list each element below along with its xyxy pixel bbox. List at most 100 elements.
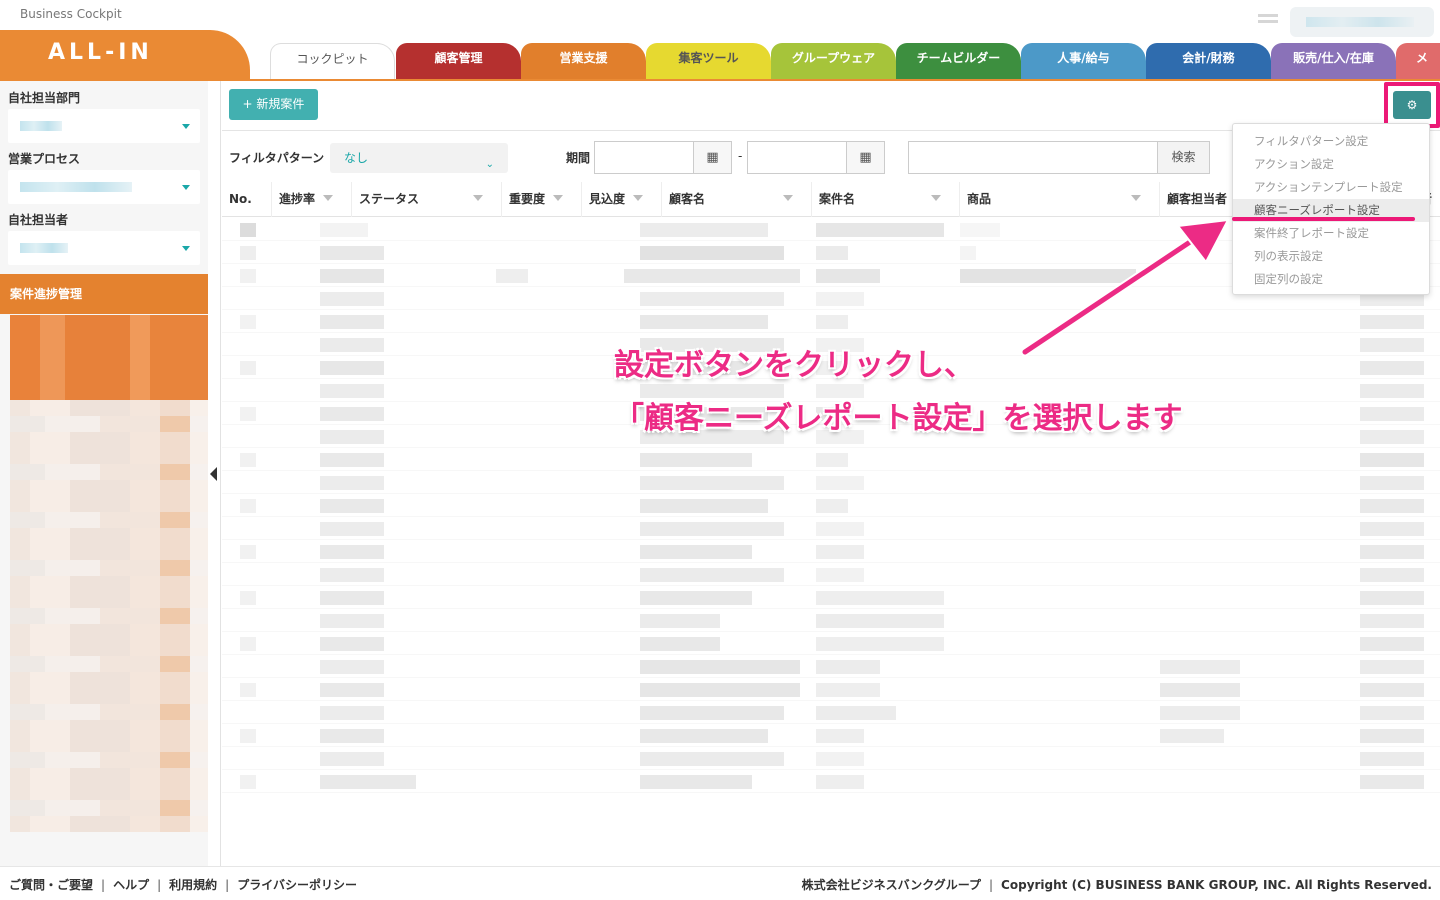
table-row[interactable]: [222, 701, 1440, 724]
search-input[interactable]: 検索: [908, 141, 1210, 174]
table-row[interactable]: [222, 540, 1440, 563]
list-item[interactable]: [10, 464, 208, 480]
filter-icon[interactable]: [633, 195, 643, 201]
table-row[interactable]: [222, 770, 1440, 793]
filter-icon[interactable]: [931, 195, 941, 201]
tab-more[interactable]: メ: [1396, 43, 1440, 80]
filter-pattern-select[interactable]: なし ⌄: [330, 143, 508, 173]
col-progress[interactable]: 進捗率: [272, 182, 352, 217]
col-importance[interactable]: 重要度: [502, 182, 582, 217]
table-row[interactable]: [222, 586, 1440, 609]
tab-sales[interactable]: 営業支援: [521, 43, 646, 80]
logo[interactable]: ALL-IN: [0, 30, 250, 80]
table-row[interactable]: [222, 471, 1440, 494]
list-icon[interactable]: [1258, 14, 1278, 30]
list-item[interactable]: [10, 512, 208, 528]
app-name: Business Cockpit: [20, 7, 122, 21]
list-item[interactable]: [10, 544, 208, 560]
user-menu[interactable]: [1290, 7, 1434, 37]
list-item[interactable]: [10, 768, 208, 784]
filter-icon[interactable]: [473, 195, 483, 201]
list-item[interactable]: [10, 736, 208, 752]
chevron-down-icon: ⌄: [485, 159, 494, 170]
table-row[interactable]: [222, 609, 1440, 632]
list-item[interactable]: [10, 784, 208, 800]
tab-cockpit[interactable]: コックピット: [270, 43, 395, 80]
menu-item-column-display[interactable]: 列の表示設定: [1233, 245, 1429, 268]
filter-icon[interactable]: [323, 195, 333, 201]
col-status[interactable]: ステータス: [352, 182, 502, 217]
search-button[interactable]: 検索: [1157, 142, 1209, 173]
list-item[interactable]: [10, 400, 208, 416]
section-title[interactable]: 案件進捗管理: [0, 274, 208, 314]
start-date-input[interactable]: ▦: [594, 141, 732, 174]
footer-link-privacy[interactable]: プライバシーポリシー: [237, 878, 357, 892]
new-deal-button[interactable]: + 新規案件: [229, 89, 318, 120]
tab-accounting[interactable]: 会計/財務: [1146, 43, 1271, 80]
table-row[interactable]: [222, 632, 1440, 655]
list-item[interactable]: [10, 608, 208, 624]
table-row[interactable]: [222, 655, 1440, 678]
table-row[interactable]: [222, 448, 1440, 471]
calendar-icon[interactable]: ▦: [693, 142, 731, 173]
tab-team-builder[interactable]: チームビルダー: [896, 43, 1021, 80]
list-item[interactable]: [10, 480, 208, 496]
table-body: [222, 218, 1440, 866]
table-row[interactable]: [222, 747, 1440, 770]
footer-link-help[interactable]: ヘルプ: [113, 878, 149, 892]
tab-hr[interactable]: 人事/給与: [1021, 43, 1146, 80]
menu-item-filter-pattern[interactable]: フィルタパターン設定: [1233, 130, 1429, 153]
tab-marketing[interactable]: 集客ツール: [646, 43, 771, 80]
plus-icon: +: [242, 97, 257, 111]
list-item[interactable]: [10, 704, 208, 720]
menu-item-action[interactable]: アクション設定: [1233, 153, 1429, 176]
list-item[interactable]: [10, 720, 208, 736]
settings-button[interactable]: ⚙: [1393, 91, 1431, 119]
list-item[interactable]: [10, 624, 208, 640]
filter-icon[interactable]: [1131, 195, 1141, 201]
list-item[interactable]: [10, 560, 208, 576]
end-date-input[interactable]: ▦: [747, 141, 885, 174]
tab-inventory[interactable]: 販売/仕入/在庫: [1271, 43, 1396, 80]
list-item[interactable]: [10, 576, 208, 592]
col-likelihood[interactable]: 見込度: [582, 182, 662, 217]
list-item[interactable]: [10, 800, 208, 816]
list-item[interactable]: [10, 816, 208, 832]
list-item[interactable]: [10, 496, 208, 512]
col-product[interactable]: 商品: [960, 182, 1160, 217]
list-item[interactable]: [10, 640, 208, 656]
table-row[interactable]: [222, 494, 1440, 517]
menu-item-fixed-columns[interactable]: 固定列の設定: [1233, 268, 1429, 291]
tab-customer[interactable]: 顧客管理: [396, 43, 521, 80]
table-row[interactable]: [222, 310, 1440, 333]
list-item[interactable]: [10, 752, 208, 768]
calendar-icon[interactable]: ▦: [846, 142, 884, 173]
list-item[interactable]: [10, 656, 208, 672]
filter-icon[interactable]: [783, 195, 793, 201]
table-row[interactable]: [222, 724, 1440, 747]
table-row[interactable]: [222, 517, 1440, 540]
col-deal-name[interactable]: 案件名: [812, 182, 960, 217]
sidebar-collapse-button[interactable]: [208, 462, 220, 486]
list-item[interactable]: [10, 448, 208, 464]
list-item[interactable]: [10, 416, 208, 432]
person-select[interactable]: [8, 231, 200, 265]
list-item-active[interactable]: [10, 315, 208, 400]
list-item[interactable]: [10, 592, 208, 608]
list-item[interactable]: [10, 528, 208, 544]
col-customer[interactable]: 顧客名: [662, 182, 812, 217]
dept-select[interactable]: [8, 109, 200, 143]
table-row[interactable]: [222, 563, 1440, 586]
menu-item-deal-end-report[interactable]: 案件終了レポート設定: [1233, 222, 1429, 245]
footer-link-terms[interactable]: 利用規約: [169, 878, 217, 892]
process-select[interactable]: [8, 170, 200, 204]
tab-groupware[interactable]: グループウェア: [771, 43, 896, 80]
footer-link-feedback[interactable]: ご質問・ご要望: [9, 878, 93, 892]
menu-item-action-template[interactable]: アクションテンプレート設定: [1233, 176, 1429, 199]
col-no[interactable]: No.: [222, 182, 272, 217]
table-row[interactable]: [222, 678, 1440, 701]
list-item[interactable]: [10, 432, 208, 448]
filter-icon[interactable]: [553, 195, 563, 201]
list-item[interactable]: [10, 688, 208, 704]
list-item[interactable]: [10, 672, 208, 688]
